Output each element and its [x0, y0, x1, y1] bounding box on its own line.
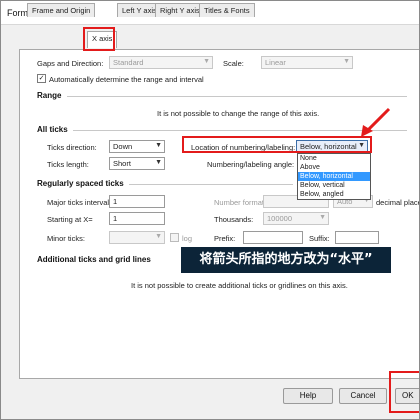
ticks-length-select[interactable]: Short ▼	[109, 157, 165, 170]
ticks-length-label: Ticks length:	[47, 160, 89, 169]
tab-titles-fonts[interactable]: Titles & Fonts	[199, 3, 255, 17]
chevron-down-icon: ▼	[319, 214, 326, 221]
chevron-down-icon: ▼	[343, 58, 350, 65]
auto-range-checkbox[interactable]: ✓	[37, 74, 46, 83]
minor-ticks-select[interactable]: ▼	[109, 231, 165, 244]
chevron-down-icon: ▼	[155, 233, 162, 240]
minor-ticks-label: Minor ticks:	[47, 234, 85, 243]
thousands-select[interactable]: 100000 ▼	[263, 212, 329, 225]
suffix-input[interactable]	[335, 231, 379, 244]
all-ticks-divider	[73, 130, 407, 131]
range-section-title: Range	[37, 91, 62, 100]
prefix-input[interactable]	[243, 231, 303, 244]
location-option-below-horizontal[interactable]: Below, horizontal	[298, 172, 370, 181]
location-dropdown-list: None Above Below, horizontal Below, vert…	[297, 153, 371, 200]
location-option-above[interactable]: Above	[298, 163, 370, 172]
range-divider	[67, 96, 407, 97]
help-button[interactable]: Help	[283, 388, 333, 404]
gaps-direction-select[interactable]: Standard ▼	[109, 56, 213, 69]
major-ticks-label: Major ticks interval:	[47, 198, 112, 207]
starting-at-label: Starting at X=	[47, 215, 93, 224]
angle-label: Numbering/labeling angle:	[207, 160, 295, 169]
chevron-down-icon: ▼	[155, 142, 162, 149]
ticks-direction-select[interactable]: Down ▼	[109, 140, 165, 153]
cancel-button[interactable]: Cancel	[339, 388, 387, 404]
regular-ticks-section-title: Regularly spaced ticks	[37, 179, 124, 188]
annotation-banner: 将箭头所指的地方改为“水平”	[181, 247, 391, 273]
prefix-label: Prefix:	[214, 234, 236, 243]
major-ticks-input[interactable]: 1	[109, 195, 165, 208]
location-option-below-vertical[interactable]: Below, vertical	[298, 181, 370, 190]
thousands-label: Thousands:	[214, 215, 254, 224]
additional-section-title: Additional ticks and grid lines	[37, 255, 151, 264]
tab-frame-and-origin[interactable]: Frame and Origin	[27, 3, 96, 17]
number-format-label: Number format:	[214, 198, 267, 207]
regular-ticks-divider	[129, 184, 293, 185]
location-option-none[interactable]: None	[298, 154, 370, 163]
range-message: It is not possible to change the range o…	[157, 109, 320, 118]
location-option-below-angled[interactable]: Below, angled	[298, 190, 370, 199]
gaps-direction-label: Gaps and Direction:	[37, 59, 104, 68]
all-ticks-section-title: All ticks	[37, 125, 68, 134]
log-label: log	[182, 234, 193, 243]
ticks-direction-label: Ticks direction:	[47, 143, 97, 152]
chevron-down-icon: ▼	[203, 58, 210, 65]
x-axis-panel	[19, 49, 419, 379]
annotation-box-ok	[389, 371, 419, 413]
format-axes-dialog: Format Axes Frame and Origin X axis Left…	[0, 0, 420, 420]
starting-at-input[interactable]: 1	[109, 212, 165, 225]
auto-range-label: Automatically determine the range and in…	[49, 75, 204, 84]
annotation-box-x-axis-tab	[83, 27, 115, 51]
annotation-box-location	[182, 136, 372, 153]
scale-select[interactable]: Linear ▼	[261, 56, 353, 69]
suffix-label: Suffix:	[309, 234, 330, 243]
decimal-places-label: decimal places	[376, 198, 419, 207]
log-checkbox[interactable]	[170, 233, 179, 242]
chevron-down-icon: ▼	[155, 159, 162, 166]
additional-message: It is not possible to create additional …	[131, 281, 348, 290]
scale-label: Scale:	[223, 59, 244, 68]
tab-right-y-axis[interactable]: Right Y axis	[155, 3, 205, 17]
